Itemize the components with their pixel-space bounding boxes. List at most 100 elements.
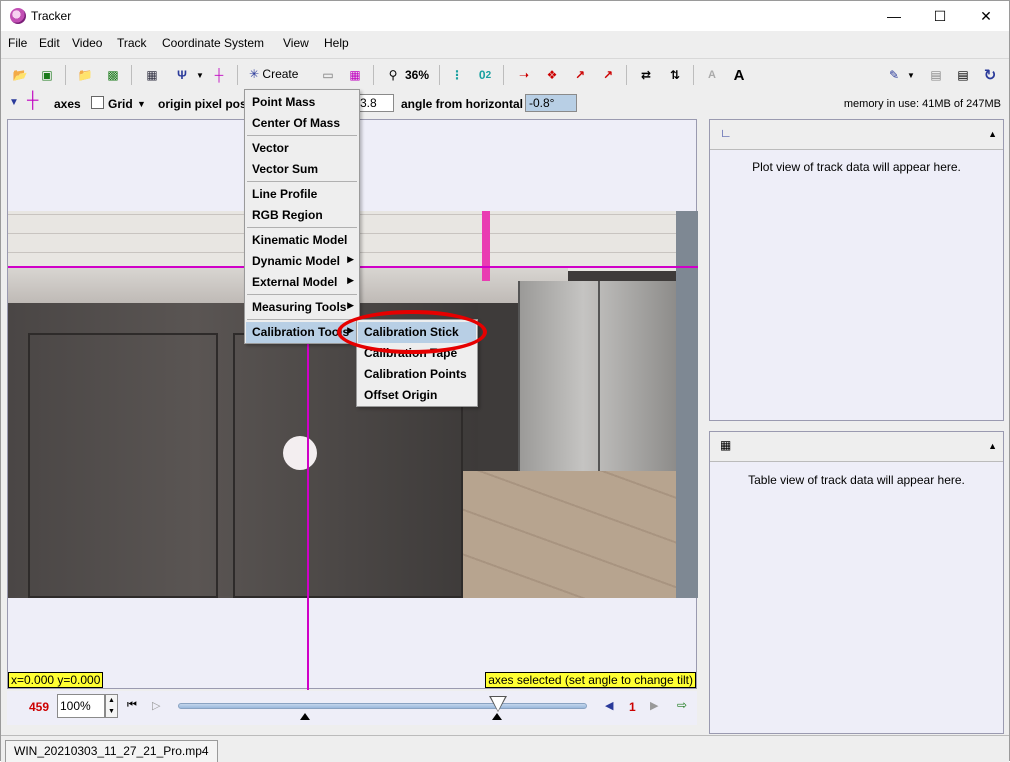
step-forward-icon[interactable]: ▶ (650, 699, 658, 712)
dynamic-model-label: Dynamic Model (252, 254, 341, 268)
menu-item-rgb-region[interactable]: RGB Region (246, 205, 329, 226)
create-button[interactable]: ✳ Create (249, 67, 298, 81)
menu-item-offset-origin[interactable]: Offset Origin (358, 385, 443, 406)
menu-view[interactable]: View (283, 36, 309, 50)
zoom-field[interactable]: 100% (57, 694, 105, 718)
plot-panel-header: ∟ ▲ (710, 120, 1003, 150)
axes-properties-bar: ▼ ┼ axes Grid ▼ origin pixel pos 3.8 ang… (1, 91, 1009, 115)
menu-item-dynamic-model[interactable]: Dynamic Model ▶ (246, 251, 358, 272)
end-marker[interactable] (492, 713, 502, 720)
chevron-up-icon[interactable]: ▲ (988, 129, 997, 139)
start-marker[interactable] (300, 713, 310, 720)
step-back-icon[interactable]: ◀ (605, 699, 613, 712)
coordinate-readout: x=0.000 y=0.000 (8, 672, 104, 688)
loop-icon[interactable]: ⇨ (677, 698, 687, 712)
chevron-up-icon[interactable]: ▲ (988, 441, 997, 451)
grid-checkbox[interactable] (91, 96, 104, 109)
pencil-icon[interactable]: ✎ (885, 66, 903, 84)
toolbar-separator (131, 65, 132, 85)
splitter[interactable] (698, 119, 708, 734)
menu-help[interactable]: Help (324, 36, 349, 50)
table-placeholder: Table view of track data will appear her… (748, 473, 965, 487)
autotracker-icon[interactable]: ▦ (346, 66, 364, 84)
close-button[interactable]: ✕ (963, 1, 1009, 31)
title-bar: Tracker — ☐ ✕ (1, 1, 1009, 31)
menu-separator (247, 319, 357, 320)
axes-icon[interactable]: ┼ (210, 66, 228, 84)
axes-label[interactable]: axes (54, 97, 81, 111)
window-title: Tracker (31, 9, 72, 23)
clip-settings-icon[interactable]: ▦ (143, 66, 161, 84)
menu-item-center-of-mass[interactable]: Center Of Mass (246, 113, 346, 134)
measuring-tools-label: Measuring Tools (252, 300, 347, 314)
save-video-icon[interactable]: ▩ (104, 66, 122, 84)
frame-slider[interactable] (178, 703, 587, 709)
slider-thumb[interactable] (491, 697, 505, 711)
path-icon[interactable]: ➝ (515, 66, 533, 84)
side-wall (676, 211, 698, 598)
menu-item-external-model[interactable]: External Model ▶ (246, 272, 358, 293)
chevron-down-icon[interactable]: ▼ (902, 66, 920, 84)
pink-marker (482, 211, 490, 281)
menu-coordinate-system[interactable]: Coordinate System (162, 36, 264, 50)
menu-separator (247, 181, 357, 182)
step-size[interactable]: 1 (629, 700, 636, 714)
plot-icon[interactable]: ∟ (720, 126, 732, 140)
menu-item-calibration-points[interactable]: Calibration Points (358, 364, 473, 385)
open-video-icon[interactable]: 📁 (76, 66, 94, 84)
origin-y-field[interactable]: 3.8 (356, 94, 394, 112)
properties-icon[interactable]: ▤ (954, 66, 972, 84)
angle-label: angle from horizontal (401, 97, 524, 111)
rewind-icon[interactable]: ⏮ (127, 699, 137, 712)
chevron-down-icon[interactable]: ▼ (191, 66, 209, 84)
refresh-icon[interactable]: ↻ (981, 66, 999, 84)
play-icon[interactable]: ▷ (152, 699, 160, 712)
xm-icon[interactable]: ⇅ (666, 66, 684, 84)
menu-item-line-profile[interactable]: Line Profile (246, 184, 323, 205)
font-smaller-icon[interactable]: A (703, 66, 721, 84)
menu-item-vector-sum[interactable]: Vector Sum (246, 159, 324, 180)
grid-label[interactable]: Grid (108, 97, 133, 111)
notes-icon[interactable]: ▤ (927, 66, 945, 84)
create-label: Create (262, 67, 299, 81)
menu-item-kinematic-model[interactable]: Kinematic Model (246, 230, 353, 251)
menu-file[interactable]: File (8, 36, 27, 50)
velocity-icon[interactable]: ↗ (571, 66, 589, 84)
acceleration-icon[interactable]: ↗ (599, 66, 617, 84)
tab-video-file[interactable]: WIN_20210303_11_27_21_Pro.mp4 (5, 740, 218, 762)
label-toggle-icon[interactable]: 02 (476, 66, 494, 84)
xmass-icon[interactable]: ⇄ (637, 66, 655, 84)
submenu-arrow-icon: ▶ (347, 254, 354, 264)
menu-edit[interactable]: Edit (39, 36, 60, 50)
menu-separator (247, 227, 357, 228)
plot-panel: ∟ ▲ Plot view of track data will appear … (709, 119, 1004, 421)
menu-item-vector[interactable]: Vector (246, 138, 295, 159)
menu-separator (247, 135, 357, 136)
calibration-tools-icon[interactable]: Ψ (173, 66, 191, 84)
submenu-arrow-icon: ▶ (347, 300, 354, 310)
font-larger-icon[interactable]: A (730, 66, 748, 84)
maximize-button[interactable]: ☐ (917, 1, 963, 31)
toolbar-separator (373, 65, 374, 85)
menu-track[interactable]: Track (117, 36, 147, 50)
status-message: axes selected (set angle to change tilt) (485, 672, 696, 688)
axes-dropdown-icon[interactable]: ▼ (9, 97, 19, 108)
menu-video[interactable]: Video (72, 36, 102, 50)
minimize-button[interactable]: — (871, 1, 917, 31)
toolbar-separator (439, 65, 440, 85)
angle-field[interactable]: -0.8° (525, 94, 577, 112)
menu-item-measuring-tools[interactable]: Measuring Tools ▶ (246, 297, 358, 318)
menu-item-point-mass[interactable]: Point Mass (246, 92, 321, 113)
track-control-icon[interactable]: ▭ (319, 66, 337, 84)
o1-text: 0 (478, 68, 486, 82)
zoom-spinner[interactable]: ▲ ▼ (105, 694, 118, 718)
table-icon[interactable]: ▦ (720, 438, 731, 452)
chevron-down-icon[interactable]: ▼ (137, 99, 146, 109)
open-folder-icon[interactable]: 📂 (11, 66, 29, 84)
position-icon[interactable]: ❖ (543, 66, 561, 84)
tracker-window: Tracker — ☐ ✕ File Edit Video Track Coor… (0, 0, 1010, 762)
origin-pixel-pos-label: origin pixel pos (158, 97, 247, 111)
zoom-icon[interactable]: ⚲ (384, 66, 402, 84)
save-icon[interactable]: ▣ (38, 66, 56, 84)
trace-icon[interactable]: ⋮ (448, 66, 466, 84)
